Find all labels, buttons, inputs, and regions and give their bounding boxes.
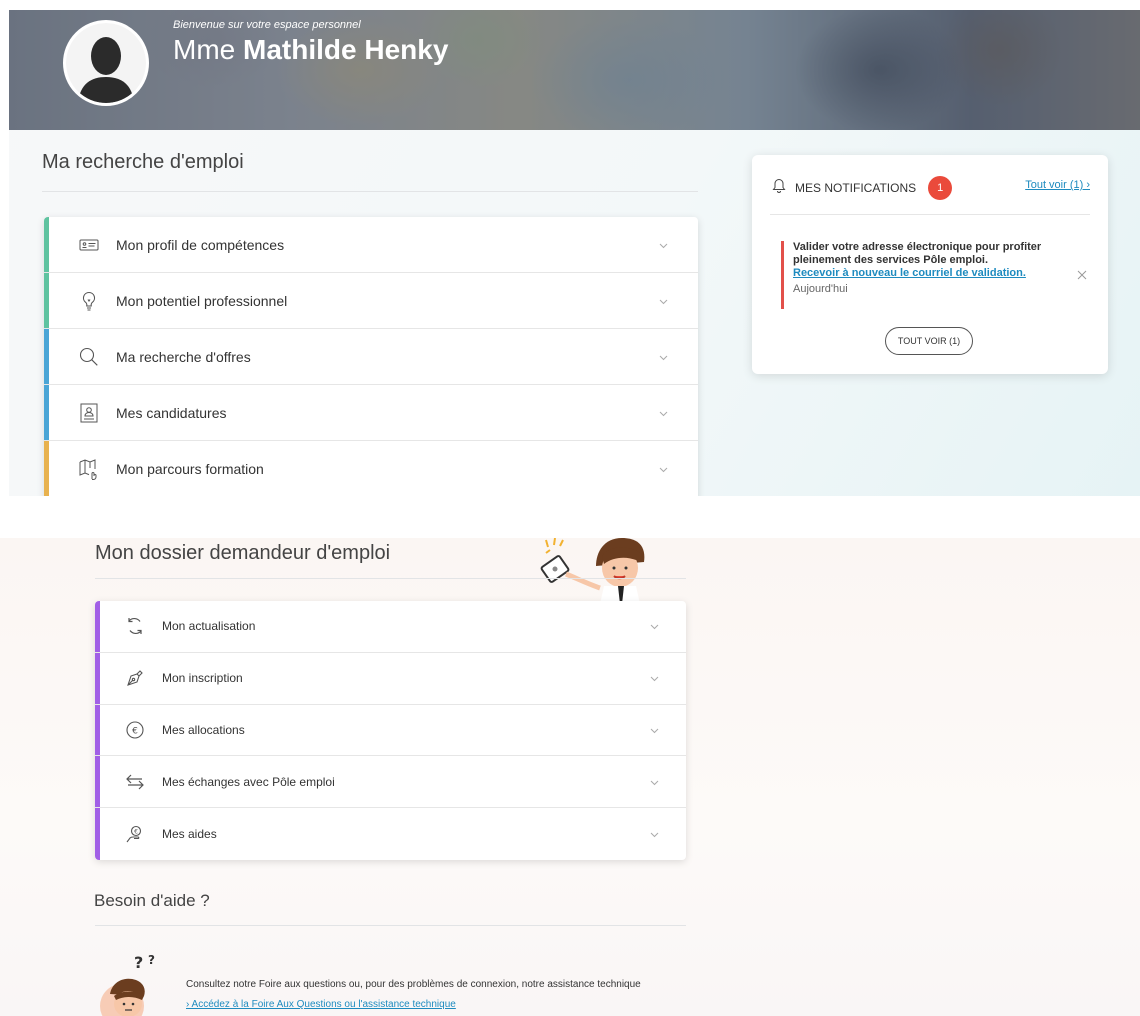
accordion-item-offres[interactable]: Ma recherche d'offres — [44, 329, 698, 385]
chevron-down-icon — [659, 292, 668, 310]
welcome-text: Bienvenue sur votre espace personnel — [173, 19, 361, 31]
accent-bar — [44, 329, 49, 384]
resend-validation-link[interactable]: Recevoir à nouveau le courriel de valida… — [793, 267, 1071, 280]
notifications-card: MES NOTIFICATIONS 1 Tout voir (1) › Vali… — [752, 155, 1108, 374]
chevron-down-icon — [650, 669, 659, 687]
see-all-button[interactable]: TOUT VOIR (1) — [885, 327, 973, 355]
euro-icon: € — [124, 719, 146, 741]
notifications-title: MES NOTIFICATIONS — [795, 181, 917, 195]
refresh-icon — [124, 615, 146, 637]
accordion-label: Mes allocations — [162, 722, 245, 737]
accordion-label: Mon parcours formation — [116, 461, 264, 477]
accordion-label: Mon actualisation — [162, 619, 256, 634]
accordion-label: Mon profil de compétences — [116, 236, 285, 253]
accent-bar — [44, 273, 49, 328]
user-salutation: Mme — [173, 34, 236, 65]
notification-count-badge: 1 — [928, 176, 953, 200]
accordion-label: Mon inscription — [162, 671, 243, 686]
help-title: Besoin d'aide ? — [94, 891, 210, 910]
accent-bar — [95, 808, 100, 860]
accent-bar — [95, 704, 100, 756]
accordion-label: Mes échanges avec Pôle emploi — [162, 774, 335, 789]
accordion-label: Mon potentiel professionnel — [116, 292, 288, 309]
chevron-down-icon — [659, 460, 668, 478]
svg-text:€: € — [134, 829, 138, 836]
accordion-item-potentiel[interactable]: Mon potentiel professionnel — [44, 273, 698, 329]
divider — [42, 191, 698, 192]
accordion-item-inscription[interactable]: Mon inscription — [95, 652, 686, 705]
chevron-down-icon — [650, 773, 659, 791]
help-text: Consultez notre Foire aux questions ou, … — [186, 979, 641, 990]
dossier-title: Mon dossier demandeur d'emploi — [95, 542, 391, 564]
help-character-illustration: ? ? — [100, 950, 164, 1016]
aid-hand-icon: € — [124, 823, 146, 845]
accent-bar — [44, 385, 49, 440]
accordion-item-aides[interactable]: € Mes aides — [95, 808, 686, 860]
accent-bar — [44, 441, 49, 496]
character-illustration — [528, 538, 648, 604]
top-section: Bienvenue sur votre espace personnel Mme… — [9, 10, 1140, 496]
faq-link[interactable]: › Accédez à la Foire Aux Questions ou l'… — [186, 999, 456, 1010]
chevron-down-icon — [659, 404, 668, 422]
job-search-title: Ma recherche d'emploi — [42, 151, 244, 173]
lightbulb-icon — [77, 289, 101, 313]
accordion-label: Ma recherche d'offres — [116, 348, 251, 365]
search-icon — [77, 345, 101, 369]
job-search-accordion: Mon profil de compétences Mon potentiel … — [44, 217, 698, 496]
exchange-arrows-icon — [124, 771, 146, 793]
see-all-notifications-link[interactable]: Tout voir (1) › — [1025, 179, 1090, 191]
divider — [770, 214, 1090, 215]
pen-nib-icon — [124, 667, 146, 689]
accordion-item-echanges[interactable]: Mes échanges avec Pôle emploi — [95, 756, 686, 809]
dossier-accordion: Mon actualisation Mon inscription € Mes … — [95, 601, 686, 860]
chevron-down-icon — [650, 825, 659, 843]
accordion-item-allocations[interactable]: € Mes allocations — [95, 704, 686, 757]
accent-bar — [95, 756, 100, 808]
accordion-item-competences[interactable]: Mon profil de compétences — [44, 217, 698, 273]
accordion-item-candidatures[interactable]: Mes candidatures — [44, 385, 698, 441]
svg-text:?: ? — [134, 953, 143, 972]
hero-banner: Bienvenue sur votre espace personnel Mme… — [9, 10, 1140, 130]
accordion-item-formation[interactable]: Mon parcours formation — [44, 441, 698, 496]
candidate-file-icon — [77, 401, 101, 425]
bottom-section: Mon dossier demandeur d'emploi Mon actua… — [0, 538, 1140, 1016]
svg-text:€: € — [132, 726, 138, 736]
notification-item: Valider votre adresse électronique pour … — [781, 241, 1071, 309]
divider — [95, 925, 686, 926]
accordion-label: Mes aides — [162, 827, 217, 842]
chevron-down-icon — [659, 236, 668, 254]
bell-icon — [772, 178, 786, 198]
training-path-icon — [77, 457, 101, 481]
divider — [95, 578, 686, 579]
chevron-down-icon — [659, 348, 668, 366]
notification-date: Aujourd'hui — [793, 283, 848, 295]
accent-bar — [95, 601, 100, 652]
accent-bar — [44, 217, 49, 272]
close-icon[interactable] — [1076, 268, 1088, 280]
notifications-header: MES NOTIFICATIONS 1 — [772, 176, 953, 200]
accent-bar — [95, 652, 100, 704]
accordion-label: Mes candidatures — [116, 404, 227, 421]
user-silhouette-icon — [78, 37, 134, 103]
accordion-item-actualisation[interactable]: Mon actualisation — [95, 601, 686, 653]
notification-text: Valider votre adresse électronique pour … — [793, 241, 1042, 266]
chevron-down-icon — [650, 721, 659, 739]
chevron-down-icon — [650, 617, 659, 635]
id-card-icon — [77, 233, 101, 257]
user-name: Mme Mathilde Henky — [173, 34, 448, 66]
user-full-name: Mathilde Henky — [243, 34, 449, 65]
avatar — [63, 20, 149, 106]
svg-text:?: ? — [148, 953, 155, 967]
